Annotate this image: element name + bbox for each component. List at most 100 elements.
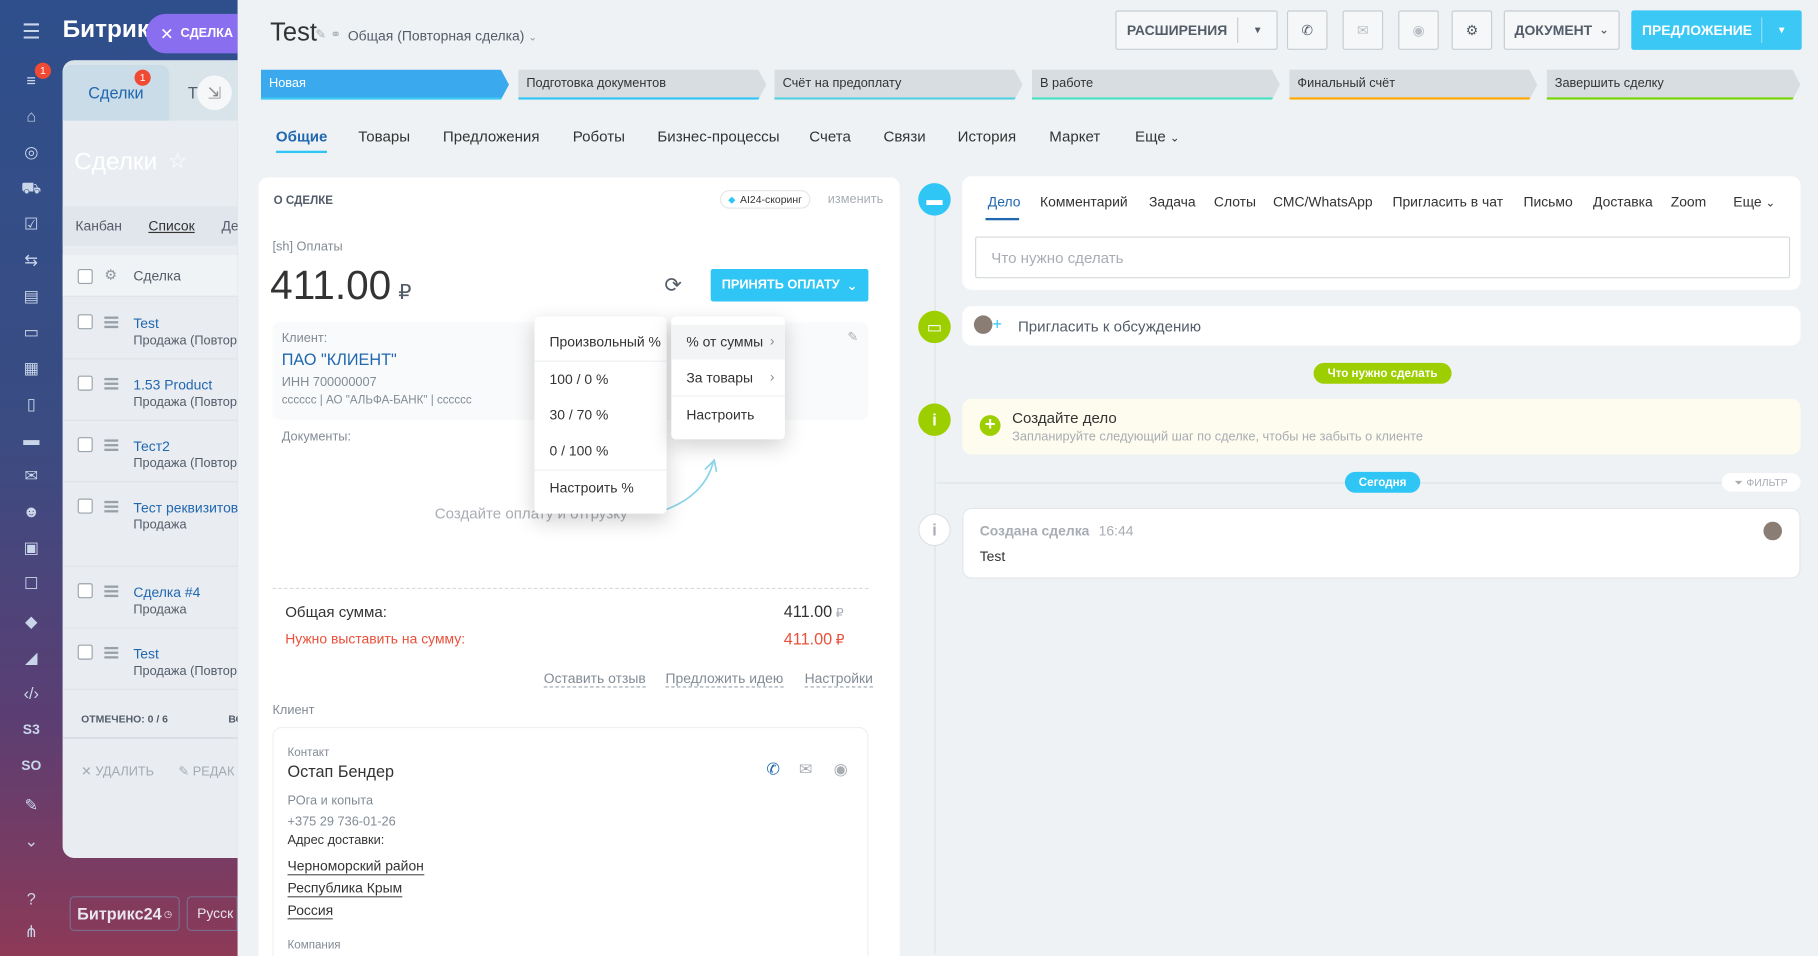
row-menu-icon[interactable] bbox=[104, 377, 119, 381]
table-row[interactable]: Test Продажа (Повтор bbox=[62, 628, 238, 690]
menu-item-for-goods[interactable]: За товары › bbox=[671, 369, 785, 386]
activity-tab-0[interactable]: Дело bbox=[988, 194, 1021, 210]
tab-2[interactable]: Предложения bbox=[443, 128, 540, 145]
view-list[interactable]: Список bbox=[148, 218, 194, 234]
activity-tab-9[interactable]: Еще ⌄ bbox=[1733, 194, 1775, 210]
activity-tab-6[interactable]: Письмо bbox=[1523, 194, 1572, 210]
row-menu-icon[interactable] bbox=[104, 316, 119, 319]
mail-icon[interactable]: ✉ bbox=[1342, 10, 1384, 50]
chat-icon[interactable]: ▭ bbox=[19, 319, 45, 345]
language-button[interactable]: Русск bbox=[186, 896, 238, 931]
row-checkbox[interactable] bbox=[77, 375, 93, 391]
activity-tab-1[interactable]: Комментарий bbox=[1040, 194, 1128, 210]
delete-button[interactable]: ✕ УДАЛИТЬ bbox=[81, 764, 154, 779]
edit-button[interactable]: ✎ РЕДАК bbox=[179, 764, 235, 779]
sign-icon[interactable]: ✎ bbox=[19, 792, 45, 818]
row-checkbox[interactable] bbox=[77, 644, 93, 660]
phone-icon[interactable]: ✆ bbox=[1286, 10, 1328, 50]
stage-1[interactable]: Подготовка документов bbox=[518, 70, 766, 100]
invite-row[interactable]: + Пригласить к обсуждению bbox=[962, 306, 1801, 346]
tab-1[interactable]: Товары bbox=[358, 128, 410, 145]
users-icon[interactable]: ☻ bbox=[19, 499, 45, 525]
row-checkbox[interactable] bbox=[77, 583, 93, 599]
robot-icon[interactable]: ☐ bbox=[19, 570, 45, 596]
collapse-icon[interactable]: ⇲ bbox=[197, 75, 232, 111]
row-title[interactable]: 1.53 Product bbox=[133, 377, 212, 393]
row-menu-icon[interactable] bbox=[104, 646, 119, 650]
menu-item-30-70[interactable]: 30 / 70 % bbox=[534, 407, 666, 423]
marketing-icon[interactable]: ◢ bbox=[19, 645, 45, 671]
activity-tab-7[interactable]: Доставка bbox=[1593, 194, 1653, 210]
table-row[interactable]: Test Продажа (Повтор bbox=[62, 298, 238, 360]
settings-link[interactable]: Настройки bbox=[804, 668, 873, 688]
tab-6[interactable]: Связи bbox=[883, 128, 925, 145]
box-icon[interactable]: ◆ bbox=[19, 609, 45, 635]
flow-icon[interactable]: ⇆ bbox=[19, 247, 45, 273]
phone-icon[interactable]: ✆ bbox=[766, 759, 780, 779]
table-row[interactable]: Тест реквизитов Продажа bbox=[62, 482, 238, 567]
stage-3[interactable]: В работе bbox=[1032, 70, 1280, 100]
so-icon[interactable]: SO bbox=[19, 752, 45, 778]
settings-icon[interactable]: ⚙ bbox=[104, 267, 116, 283]
target-icon[interactable]: ◎ bbox=[19, 139, 45, 165]
file-icon[interactable]: ▯ bbox=[19, 391, 45, 417]
todo-input[interactable]: Что нужно сделать bbox=[975, 236, 1791, 279]
calendar-icon[interactable]: ▦ bbox=[19, 355, 45, 381]
tab-4[interactable]: Бизнес-процессы bbox=[657, 128, 779, 145]
bitrix-bottom-logo[interactable]: Битрикс24 ◷ bbox=[69, 896, 180, 931]
client-name-link[interactable]: ПАО "КЛИЕНТ" bbox=[282, 350, 397, 369]
document-icon[interactable]: ▤ bbox=[19, 283, 45, 309]
tab-0[interactable]: Общие bbox=[275, 128, 328, 154]
drive-icon[interactable]: ▬ bbox=[19, 427, 45, 453]
link-icon[interactable]: ⚭ bbox=[330, 27, 341, 42]
edit-icon[interactable]: ✎ bbox=[848, 329, 859, 344]
feedback-link[interactable]: Оставить отзыв bbox=[543, 668, 646, 688]
activity-tab-2[interactable]: Задача bbox=[1149, 194, 1196, 210]
tab-8[interactable]: Маркет bbox=[1049, 128, 1100, 145]
chat-icon[interactable]: ◉ bbox=[1398, 10, 1439, 50]
sitemap-icon[interactable]: ⋔ bbox=[19, 918, 45, 944]
document-button[interactable]: ДОКУМЕНТ ⌄ bbox=[1503, 10, 1620, 50]
menu-item-configure[interactable]: Настроить bbox=[671, 407, 785, 423]
offer-button[interactable]: ПРЕДЛОЖЕНИЕ ▾ bbox=[1631, 10, 1802, 50]
stage-5[interactable]: Завершить сделку bbox=[1547, 70, 1801, 100]
stage-4[interactable]: Финальный счёт bbox=[1289, 70, 1537, 100]
activity-tab-3[interactable]: Слоты bbox=[1214, 194, 1256, 210]
code-icon[interactable]: ‹/› bbox=[19, 681, 45, 707]
row-menu-icon[interactable] bbox=[104, 585, 119, 588]
view-de[interactable]: Де bbox=[221, 218, 237, 234]
tab-deals[interactable]: Сделки bbox=[62, 64, 170, 121]
table-row[interactable]: 1.53 Product Продажа (Повтор bbox=[62, 359, 238, 421]
row-menu-icon[interactable] bbox=[104, 500, 119, 504]
activity-tab-8[interactable]: Zoom bbox=[1671, 194, 1707, 210]
extensions-button[interactable]: РАСШИРЕНИЯ ▾ bbox=[1115, 10, 1278, 50]
menu-item-configure-percent[interactable]: Настроить % bbox=[534, 480, 666, 496]
refresh-icon[interactable]: ⟳ bbox=[664, 274, 681, 298]
change-link[interactable]: изменить bbox=[828, 192, 883, 206]
tab-5[interactable]: Счета bbox=[809, 128, 851, 145]
menu-item-custom-percent[interactable]: Произвольный % bbox=[534, 334, 666, 350]
row-title[interactable]: Тест реквизитов bbox=[133, 500, 237, 516]
card-icon[interactable]: ▣ bbox=[19, 534, 45, 560]
contact-phone[interactable]: +375 29 736-01-26 bbox=[288, 815, 396, 829]
activity-tab-4[interactable]: СМС/WhatsApp bbox=[1273, 194, 1373, 210]
cart-icon[interactable]: ⛟ bbox=[19, 175, 45, 201]
tab-7[interactable]: История bbox=[958, 128, 1016, 145]
row-title[interactable]: Test bbox=[133, 646, 159, 662]
edit-title-icon[interactable]: ✎ bbox=[315, 27, 326, 42]
row-checkbox[interactable] bbox=[77, 437, 93, 453]
mail-icon[interactable]: ✉ bbox=[19, 463, 45, 489]
stage-2[interactable]: Счёт на предоплату bbox=[774, 70, 1022, 100]
select-all-checkbox[interactable] bbox=[77, 268, 93, 285]
accept-payment-button[interactable]: ПРИНЯТЬ ОПЛАТУ ⌄ bbox=[710, 268, 869, 302]
row-menu-icon[interactable] bbox=[104, 439, 119, 442]
row-checkbox[interactable] bbox=[77, 498, 93, 514]
tab-9[interactable]: Еще ⌄ bbox=[1135, 128, 1180, 145]
help-icon[interactable]: ? bbox=[19, 886, 45, 912]
gear-icon[interactable]: ⚙ bbox=[1451, 10, 1493, 50]
star-icon[interactable]: ☆ bbox=[168, 150, 187, 174]
ai-scoring-badge[interactable]: ⬥ AI24-скоринг bbox=[719, 190, 811, 209]
home-icon[interactable]: ⌂ bbox=[19, 103, 45, 129]
filter-button[interactable]: ⏷ ФИЛЬТР bbox=[1721, 473, 1801, 492]
mail-icon[interactable]: ✉ bbox=[799, 759, 813, 779]
